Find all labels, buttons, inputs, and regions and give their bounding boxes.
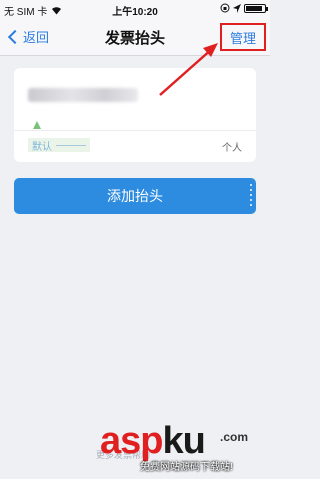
card-divider [14, 130, 256, 131]
watermark-logo: aspku .com 免费网站源码下载站! [100, 420, 270, 479]
default-badge-label: 默认 [32, 141, 52, 153]
watermark-tagline: 免费网站源码下载站! [140, 462, 233, 473]
status-right [220, 3, 268, 13]
watermark-brand-asp: asp [100, 420, 163, 462]
watermark-domain: .com [220, 430, 249, 444]
add-header-label: 添加抬头 [107, 188, 163, 204]
status-bar: 无 SIM 卡 上午10:20 [0, 0, 270, 18]
nav-bar: 返回 发票抬头 管理 [0, 18, 270, 56]
add-header-button[interactable]: 添加抬头 [14, 178, 256, 214]
orientation-lock-icon [220, 3, 230, 13]
default-badge: 默认 [28, 138, 90, 153]
header-type-label: 个人 [222, 143, 242, 154]
invoice-header-card[interactable]: 默认 个人 [14, 68, 256, 162]
manage-label: 管理 [229, 30, 256, 46]
leaf-icon [33, 121, 41, 129]
blurred-header-name [28, 88, 138, 102]
battery-icon [244, 3, 268, 13]
scroll-indicator [250, 184, 252, 208]
manage-button[interactable]: 管理 [220, 23, 266, 51]
watermark-brand-ku: ku [162, 420, 205, 462]
location-icon [233, 3, 241, 13]
watermark-brand: aspku [100, 420, 206, 463]
